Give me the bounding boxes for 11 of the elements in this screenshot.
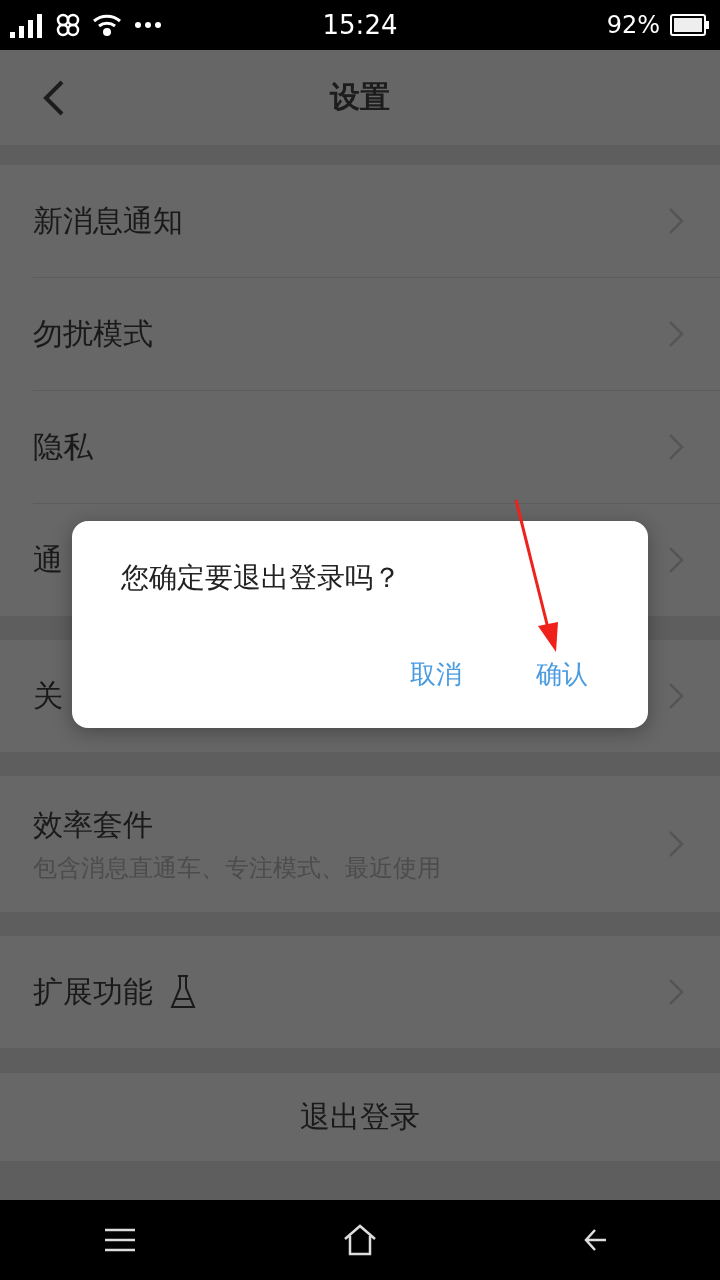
battery-percent: 92% xyxy=(606,11,660,39)
row-title: 隐私 xyxy=(33,427,93,466)
row-title: 勿扰模式 xyxy=(33,314,153,353)
row-title: 通 xyxy=(33,540,63,579)
row-title: 关 xyxy=(33,676,63,715)
dialog-message: 您确定要退出登录吗？ xyxy=(121,560,401,596)
row-title: 新消息通知 xyxy=(33,201,183,240)
page-title: 设置 xyxy=(330,78,390,116)
status-time: 15:24 xyxy=(322,10,398,40)
row-title: 扩展功能 xyxy=(33,972,153,1011)
row-title: 效率套件 xyxy=(33,805,153,844)
